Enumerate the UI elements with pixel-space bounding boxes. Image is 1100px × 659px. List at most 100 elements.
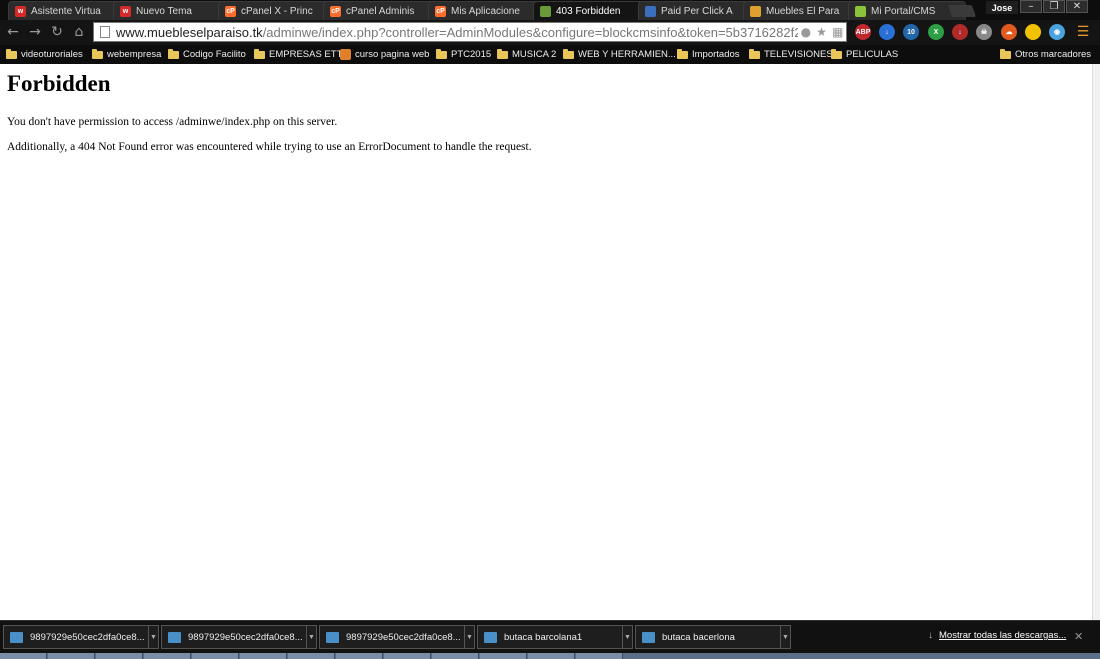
download-item[interactable]: 9897929e50cec2dfa0ce8... ▼ bbox=[319, 625, 475, 649]
chevron-down-icon[interactable]: ▼ bbox=[780, 626, 790, 648]
other-bookmarks[interactable]: Otros marcadores bbox=[1000, 47, 1091, 62]
bookmark-item[interactable]: Codigo Facilito bbox=[168, 47, 246, 62]
download-item[interactable]: butaca bacerlona ▼ bbox=[635, 625, 791, 649]
android-icon bbox=[855, 5, 866, 17]
address-url[interactable]: www.mueblesel​paraiso.tk/adminwe/index.p… bbox=[116, 25, 837, 40]
star-icon[interactable]: ★ bbox=[816, 25, 827, 39]
cpanel-icon: cP bbox=[330, 5, 341, 17]
ext-pacman-icon[interactable] bbox=[1025, 24, 1041, 40]
tab-6[interactable]: 403 Forbidden✕ bbox=[533, 1, 651, 20]
new-tab-button[interactable] bbox=[947, 5, 977, 17]
reload-icon[interactable]: ↻ bbox=[48, 23, 66, 41]
taskbar-button[interactable] bbox=[48, 653, 95, 659]
minimize-icon[interactable]: – bbox=[1020, 0, 1042, 13]
ext-skull-icon[interactable]: ☠ bbox=[976, 24, 992, 40]
bookmark-label: WEB Y HERRAMIEN... bbox=[578, 49, 676, 60]
download-filename: 9897929e50cec2dfa0ce8... bbox=[188, 631, 303, 643]
taskbar-button[interactable] bbox=[528, 653, 575, 659]
folder-icon bbox=[436, 48, 447, 59]
bookmark-item[interactable]: videoturoriales bbox=[6, 47, 83, 62]
taskbar-button[interactable] bbox=[240, 653, 287, 659]
chevron-down-icon[interactable]: ▼ bbox=[148, 626, 158, 648]
taskbar-button[interactable] bbox=[336, 653, 383, 659]
taskbar-button[interactable] bbox=[96, 653, 143, 659]
close-icon[interactable]: ✕ bbox=[1074, 630, 1083, 643]
ext-compass-icon[interactable]: ◉ bbox=[1049, 24, 1065, 40]
ext-10-icon[interactable]: 10 bbox=[903, 24, 919, 40]
chevron-down-icon[interactable]: ▼ bbox=[622, 626, 632, 648]
page-icon bbox=[100, 26, 110, 38]
image-file-icon bbox=[642, 631, 655, 643]
toolbar: ← → ↻ ⌂ www.mueblesel​paraiso.tk/adminwe… bbox=[0, 20, 1100, 45]
tab-7[interactable]: Paid Per Click A✕ bbox=[638, 1, 756, 20]
bookmark-item[interactable]: MUSICA 2 bbox=[497, 47, 556, 62]
scrollbar[interactable] bbox=[1092, 64, 1100, 620]
download-filename: 9897929e50cec2dfa0ce8... bbox=[346, 631, 461, 643]
translate-icon[interactable]: ▦ bbox=[832, 25, 843, 39]
forward-icon[interactable]: → bbox=[26, 23, 44, 41]
folder-icon bbox=[497, 48, 508, 59]
folder-icon bbox=[831, 48, 842, 59]
chevron-down-icon[interactable]: ▼ bbox=[464, 626, 474, 648]
taskbar-button[interactable] bbox=[288, 653, 335, 659]
taskbar-button[interactable] bbox=[480, 653, 527, 659]
bookmark-item[interactable]: curso pagina web bbox=[340, 47, 429, 62]
profile-button[interactable]: Jose bbox=[986, 1, 1018, 14]
taskbar-button[interactable] bbox=[0, 653, 47, 659]
taskbar-button[interactable] bbox=[576, 653, 623, 659]
tab-1[interactable]: wAsistente Virtua✕ bbox=[8, 1, 126, 20]
bookmark-item[interactable]: TELEVISIONES bbox=[749, 47, 833, 62]
tab-title: Asistente Virtua bbox=[31, 5, 101, 17]
cpanel-icon: cP bbox=[225, 5, 236, 17]
download-item[interactable]: 9897929e50cec2dfa0ce8... ▼ bbox=[3, 625, 159, 649]
bookmark-item[interactable]: PTC2015 bbox=[436, 47, 491, 62]
bookmark-label: videoturoriales bbox=[21, 49, 83, 60]
tab-title: Nuevo Tema bbox=[136, 5, 192, 17]
back-icon[interactable]: ← bbox=[4, 23, 22, 41]
folder-icon bbox=[168, 48, 179, 59]
taskbar-button[interactable] bbox=[144, 653, 191, 659]
taskbar-button[interactable] bbox=[192, 653, 239, 659]
bookmark-item[interactable]: EMPRESAS ETT bbox=[254, 47, 342, 62]
bookmark-item[interactable]: PELICULAS bbox=[831, 47, 898, 62]
download-item[interactable]: butaca barcolana1 ▼ bbox=[477, 625, 633, 649]
address-bar[interactable]: www.mueblesel​paraiso.tk/adminwe/index.p… bbox=[93, 22, 847, 42]
tab-3[interactable]: cPcPanel X - Princ✕ bbox=[218, 1, 336, 20]
taskbar-button[interactable] bbox=[432, 653, 479, 659]
tab-5[interactable]: cPMis Aplicacione✕ bbox=[428, 1, 546, 20]
bookmark-item[interactable]: Importados bbox=[677, 47, 740, 62]
tab-9[interactable]: Mi Portal/CMS✕ bbox=[848, 1, 966, 20]
menu-icon[interactable]: ☰ bbox=[1074, 23, 1092, 41]
bookmark-label: MUSICA 2 bbox=[512, 49, 557, 60]
taskbar-button[interactable] bbox=[384, 653, 431, 659]
ext-cloud-icon[interactable]: ☁ bbox=[1001, 24, 1017, 40]
cpanel-icon: cP bbox=[435, 5, 446, 17]
tab-title: Mis Aplicacione bbox=[451, 5, 520, 17]
tab-4[interactable]: cPcPanel Adminis✕ bbox=[323, 1, 441, 20]
download-item[interactable]: 9897929e50cec2dfa0ce8... ▼ bbox=[161, 625, 317, 649]
colorful-icon bbox=[750, 5, 761, 17]
tab-2[interactable]: wNuevo Tema✕ bbox=[113, 1, 231, 20]
folder-icon bbox=[254, 48, 265, 59]
bookmark-item[interactable]: WEB Y HERRAMIEN... bbox=[563, 47, 676, 62]
tab-title: cPanel X - Princ bbox=[241, 5, 313, 17]
folder-icon bbox=[749, 48, 760, 59]
home-icon[interactable]: ⌂ bbox=[70, 23, 88, 41]
ext-download-icon[interactable]: ↓ bbox=[952, 24, 968, 40]
close-window-icon[interactable]: ✕ bbox=[1066, 0, 1088, 13]
ext-x-icon[interactable]: X bbox=[928, 24, 944, 40]
download-arrow-icon[interactable]: ↓ bbox=[879, 24, 895, 40]
bookmark-label: PELICULAS bbox=[846, 49, 899, 60]
show-all-downloads[interactable]: ↓ Mostrar todas las descargas... bbox=[928, 630, 1066, 641]
image-file-icon bbox=[484, 631, 497, 643]
adblock-icon[interactable]: ABP bbox=[855, 24, 871, 40]
tab-8[interactable]: Muebles El Para✕ bbox=[743, 1, 861, 20]
url-host: www.mueblesel​paraiso.tk bbox=[116, 24, 263, 40]
maximize-icon[interactable]: ❐ bbox=[1043, 0, 1065, 13]
show-all-downloads-link[interactable]: Mostrar todas las descargas... bbox=[939, 630, 1066, 641]
bookmark-item[interactable]: webempresa bbox=[92, 47, 161, 62]
chevron-down-icon[interactable]: ▼ bbox=[306, 626, 316, 648]
folder-icon bbox=[677, 48, 688, 59]
site-icon bbox=[340, 49, 351, 60]
lightbulb-icon[interactable]: ● bbox=[801, 25, 811, 39]
